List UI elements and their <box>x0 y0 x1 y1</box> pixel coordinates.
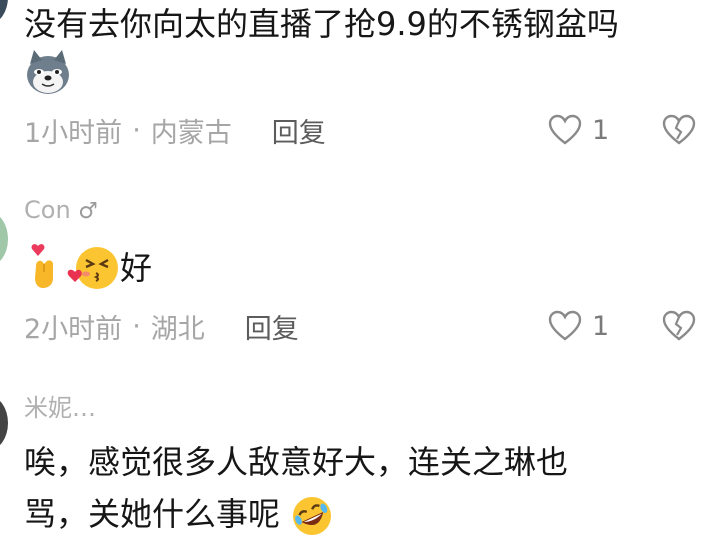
avatar[interactable] <box>0 0 8 24</box>
username[interactable]: Con ♂ <box>24 196 98 224</box>
comment-location: 湖北 <box>150 313 205 345</box>
comment-text: 没有去你向太的直播了抢9.9的不锈钢盆吗 <box>24 5 619 43</box>
comment-text-line: 骂，关她什么事呢 <box>24 494 334 538</box>
heart-icon <box>548 114 582 145</box>
separator: · <box>132 310 141 342</box>
comment-location: 内蒙古 <box>150 117 232 149</box>
male-icon: ♂ <box>78 199 99 224</box>
username[interactable]: 米妮… <box>24 388 96 423</box>
avatar[interactable] <box>0 212 8 266</box>
like-button[interactable]: 1 <box>548 308 609 344</box>
like-count: 1 <box>592 310 610 342</box>
reply-button[interactable]: 回复 <box>245 307 299 346</box>
comment-time: 2小时前 <box>24 313 123 345</box>
like-count: 1 <box>592 114 610 146</box>
separator: · <box>132 114 141 146</box>
comment-meta: 2小时前 · 湖北 回复 <box>24 307 299 346</box>
comment-time: 1小时前 <box>24 117 123 149</box>
broken-heart-icon[interactable] <box>662 309 696 343</box>
like-button[interactable]: 1 <box>548 112 609 148</box>
comment-text-line: 唉，感觉很多人敌意好大，连关之琳也 <box>24 443 569 481</box>
broken-heart-icon[interactable] <box>662 113 696 147</box>
comment-meta: 1小时前 · 内蒙古 回复 <box>24 111 326 150</box>
avatar[interactable] <box>0 396 8 450</box>
doge-icon <box>27 50 69 94</box>
comment-text: 好 <box>120 249 153 287</box>
reply-button[interactable]: 回复 <box>272 111 326 150</box>
finger-heart-icon <box>31 244 54 288</box>
kissing-face-icon <box>67 247 118 289</box>
rolling-laughing-icon <box>293 497 332 535</box>
heart-icon <box>548 310 582 341</box>
